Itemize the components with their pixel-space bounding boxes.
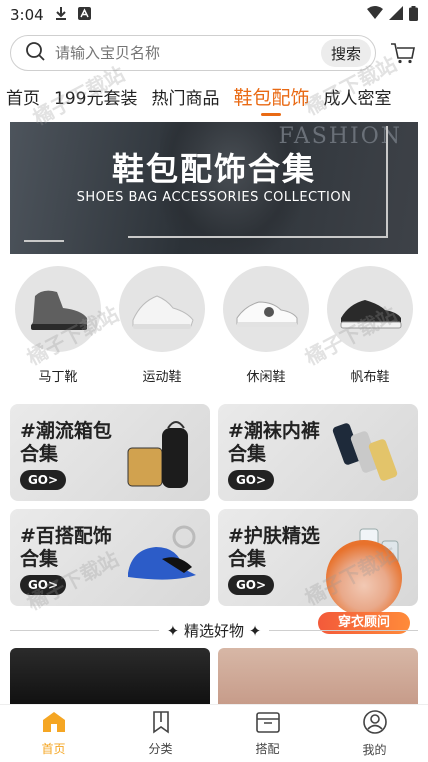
box-icon <box>255 710 281 738</box>
tab-hot-products[interactable]: 热门商品 <box>151 84 219 109</box>
banner-frame-line <box>24 240 64 242</box>
bottom-nav: 首页 分类 搭配 我的 <box>0 704 428 762</box>
boot-image <box>15 266 101 352</box>
canvas-shoe-image <box>327 266 413 352</box>
collection-card-bags[interactable]: #潮流箱包合集 GO> <box>10 404 210 501</box>
tab-adult-room[interactable]: 成人密室 <box>323 84 391 109</box>
nav-label: 搭配 <box>255 742 280 756</box>
category-label: 运动鞋 <box>142 370 182 385</box>
nav-label: 分类 <box>148 742 173 756</box>
nav-label: 首页 <box>41 742 66 756</box>
divider <box>269 629 418 631</box>
divider <box>10 629 159 631</box>
nav-home[interactable]: 首页 <box>0 705 107 762</box>
sneaker-image <box>119 266 205 352</box>
category-tabs: 首页 199元套装 热门商品 鞋包配饰 成人密室 <box>0 76 428 116</box>
category-sneakers[interactable]: 运动鞋 <box>114 266 210 390</box>
bookmark-icon <box>149 710 173 738</box>
search-icon <box>25 41 45 65</box>
go-button[interactable]: GO> <box>20 470 66 490</box>
casual-shoe-image <box>223 266 309 352</box>
search-input[interactable] <box>55 44 321 62</box>
banner-frame-line <box>128 236 388 238</box>
product-card[interactable] <box>10 648 210 704</box>
wifi-icon <box>367 6 383 24</box>
search-button[interactable]: 搜索 <box>320 39 371 67</box>
promo-banner[interactable]: FASHION 鞋包配饰合集 SHOES BAG ACCESSORIES COL… <box>10 122 418 254</box>
nav-profile[interactable]: 我的 <box>321 705 428 762</box>
nav-label: 我的 <box>362 743 387 757</box>
download-icon <box>54 6 68 24</box>
product-card[interactable] <box>218 648 418 704</box>
socks-image <box>332 423 398 481</box>
status-bar: 3:04 <box>0 0 428 30</box>
banner-title: 鞋包配饰合集 <box>111 150 316 188</box>
cart-icon[interactable] <box>388 38 418 68</box>
advisor-avatar <box>326 540 402 616</box>
banner-subtitle: SHOES BAG ACCESSORIES COLLECTION <box>76 190 352 205</box>
cap-image <box>128 525 196 580</box>
tab-home[interactable]: 首页 <box>6 84 40 109</box>
battery-icon <box>409 5 418 25</box>
section-title: ✦ 精选好物 ✦ <box>166 621 262 640</box>
search-row: 搜索 <box>0 30 428 76</box>
signal-icon <box>389 6 403 24</box>
user-icon <box>362 709 388 739</box>
bag-image <box>127 421 188 488</box>
home-icon <box>41 710 67 738</box>
go-button[interactable]: GO> <box>228 575 274 595</box>
go-button[interactable]: GO> <box>228 470 274 490</box>
go-button[interactable]: GO> <box>20 575 66 595</box>
nav-category[interactable]: 分类 <box>107 705 214 762</box>
tab-shoes-bags-accessories[interactable]: 鞋包配饰 <box>233 83 309 110</box>
category-label: 马丁靴 <box>38 370 78 385</box>
category-canvas-shoes[interactable]: 帆布鞋 <box>322 266 418 390</box>
featured-goods <box>10 648 418 704</box>
category-label: 帆布鞋 <box>350 370 390 385</box>
shoe-categories: 马丁靴 运动鞋 休闲鞋 帆布鞋 <box>0 266 428 390</box>
featured-section-header: ✦ 精选好物 ✦ <box>10 620 418 640</box>
category-label: 休闲鞋 <box>246 370 286 385</box>
collection-card-accessories[interactable]: #百搭配饰合集 GO> <box>10 509 210 606</box>
status-time: 3:04 <box>10 6 44 24</box>
app-notification-icon <box>77 6 91 24</box>
category-casual-shoes[interactable]: 休闲鞋 <box>218 266 314 390</box>
collection-title: #潮袜内裤合集 <box>228 420 320 465</box>
collection-title: #百搭配饰合集 <box>20 525 112 570</box>
collection-title: #潮流箱包合集 <box>20 420 112 465</box>
collection-card-socks[interactable]: #潮袜内裤合集 GO> <box>218 404 418 501</box>
search-box[interactable]: 搜索 <box>10 35 376 71</box>
category-martin-boots[interactable]: 马丁靴 <box>10 266 106 390</box>
nav-outfit[interactable]: 搭配 <box>214 705 321 762</box>
tab-199-set[interactable]: 199元套装 <box>54 84 137 109</box>
